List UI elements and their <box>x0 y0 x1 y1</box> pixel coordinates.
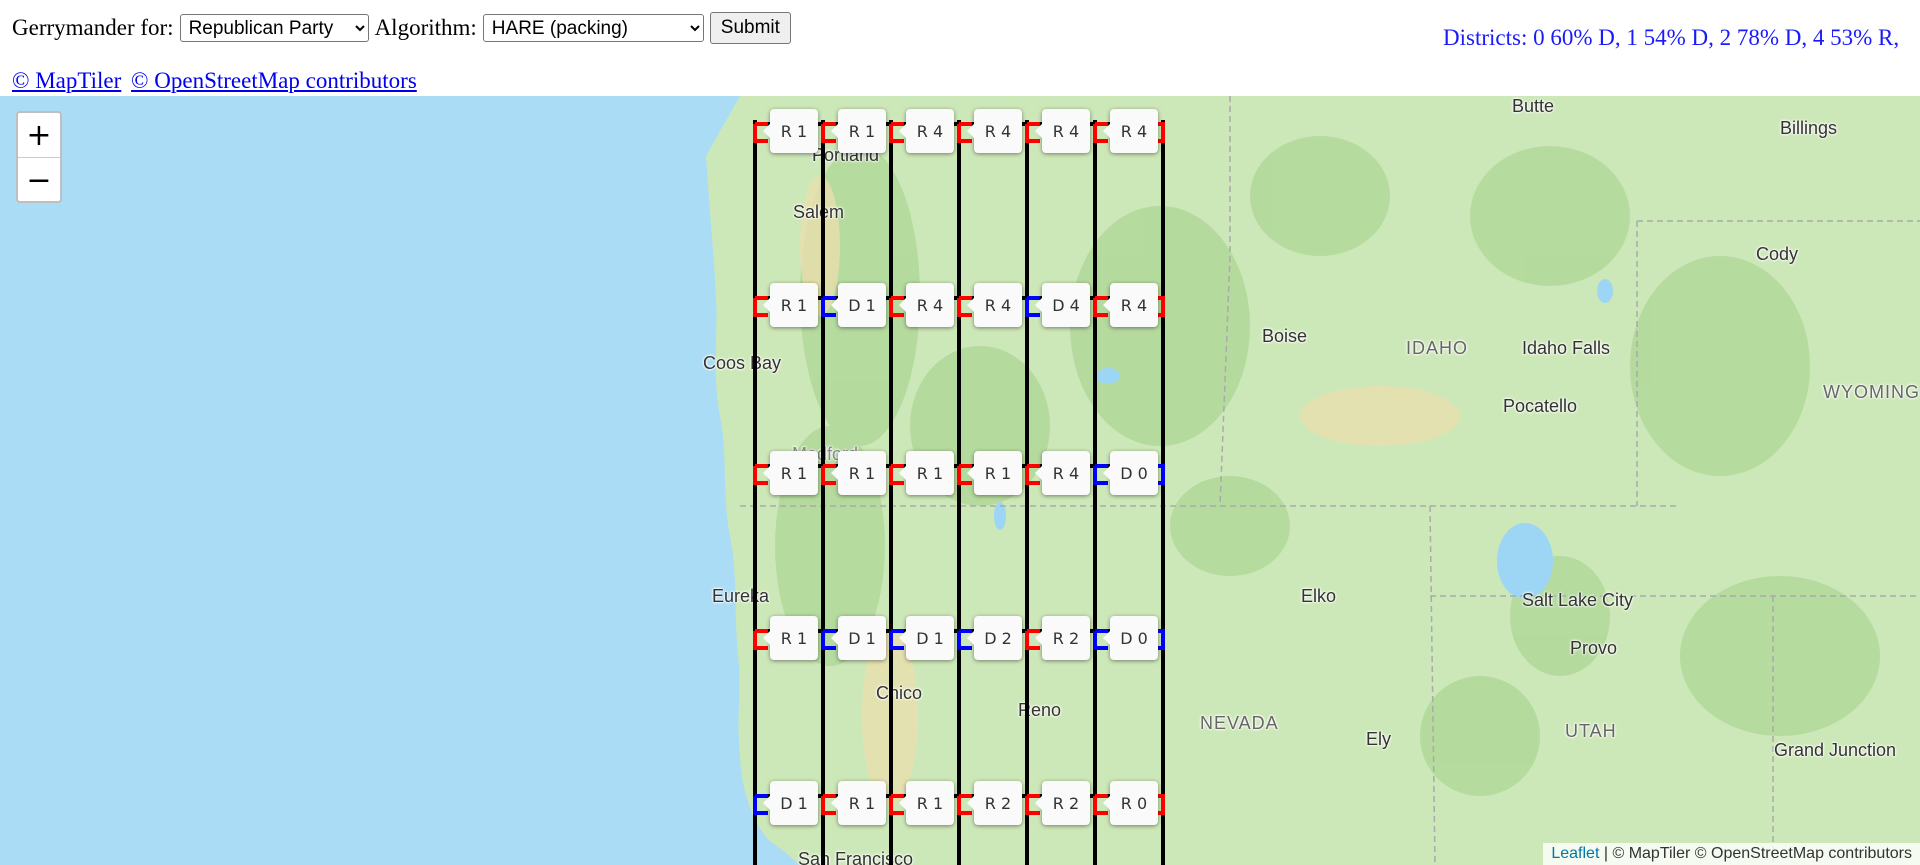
district-pin[interactable]: R 4 <box>1103 283 1158 327</box>
district-pin[interactable]: D 1 <box>763 781 818 825</box>
party-select[interactable]: Republican Party <box>179 14 369 42</box>
district-pin[interactable]: R 1 <box>899 781 954 825</box>
map-view[interactable]: Butte Billings Portland Salem Cody Boise IDAHO… <box>0 96 1920 865</box>
district-pin[interactable]: R 1 <box>831 451 886 495</box>
credits-links: © MapTiler © OpenStreetMap contributors <box>12 68 421 94</box>
district-pin[interactable]: R 1 <box>763 451 818 495</box>
district-pin[interactable]: R 1 <box>967 451 1022 495</box>
district-pin[interactable]: R 1 <box>831 109 886 153</box>
district-pin[interactable]: R 1 <box>763 616 818 660</box>
algorithm-select[interactable]: HARE (packing) <box>482 14 704 42</box>
district-pin[interactable]: D 1 <box>831 283 886 327</box>
zoom-out-button[interactable]: − <box>18 157 60 202</box>
district-pin[interactable]: R 4 <box>1035 451 1090 495</box>
district-pin[interactable]: R 4 <box>967 283 1022 327</box>
district-pin[interactable]: D 2 <box>967 616 1022 660</box>
submit-button[interactable]: Submit <box>709 12 791 44</box>
district-pin[interactable]: D 0 <box>1103 616 1158 660</box>
districts-summary: Districts: 0 60% D, 1 54% D, 2 78% D, 4 … <box>1443 25 1900 50</box>
district-pin[interactable]: R 2 <box>1035 616 1090 660</box>
district-pin[interactable]: R 1 <box>763 283 818 327</box>
district-pin[interactable]: R 1 <box>763 109 818 153</box>
district-pin[interactable]: R 2 <box>967 781 1022 825</box>
osm-link[interactable]: © OpenStreetMap contributors <box>131 68 417 93</box>
attribution-text: © MapTiler © OpenStreetMap contributors <box>1612 845 1912 862</box>
district-pin[interactable]: D 1 <box>899 616 954 660</box>
district-pin[interactable]: R 2 <box>1035 781 1090 825</box>
district-pin[interactable]: R 1 <box>899 451 954 495</box>
map-attribution: Leaflet | © MapTiler © OpenStreetMap con… <box>1543 843 1920 865</box>
district-pin[interactable]: R 4 <box>1035 109 1090 153</box>
district-pin[interactable]: R 4 <box>899 109 954 153</box>
gerrymander-label: Gerrymander for: <box>12 15 174 40</box>
district-pin[interactable]: R 4 <box>1103 109 1158 153</box>
district-pin[interactable]: R 0 <box>1103 781 1158 825</box>
district-pin[interactable]: R 4 <box>899 283 954 327</box>
district-pin[interactable]: R 4 <box>967 109 1022 153</box>
district-pin[interactable]: D 0 <box>1103 451 1158 495</box>
district-pin[interactable]: D 4 <box>1035 283 1090 327</box>
district-pin[interactable]: R 1 <box>831 781 886 825</box>
zoom-control: + − <box>16 111 62 203</box>
zoom-in-button[interactable]: + <box>18 113 60 157</box>
controls-bar: Gerrymander for: Republican Party Algori… <box>12 12 791 44</box>
district-grid <box>753 120 1165 865</box>
attribution-separator: | <box>1599 845 1613 862</box>
maptiler-link[interactable]: © MapTiler <box>12 68 121 93</box>
leaflet-link[interactable]: Leaflet <box>1551 845 1599 862</box>
algorithm-label: Algorithm: <box>374 15 477 40</box>
district-pin[interactable]: D 1 <box>831 616 886 660</box>
